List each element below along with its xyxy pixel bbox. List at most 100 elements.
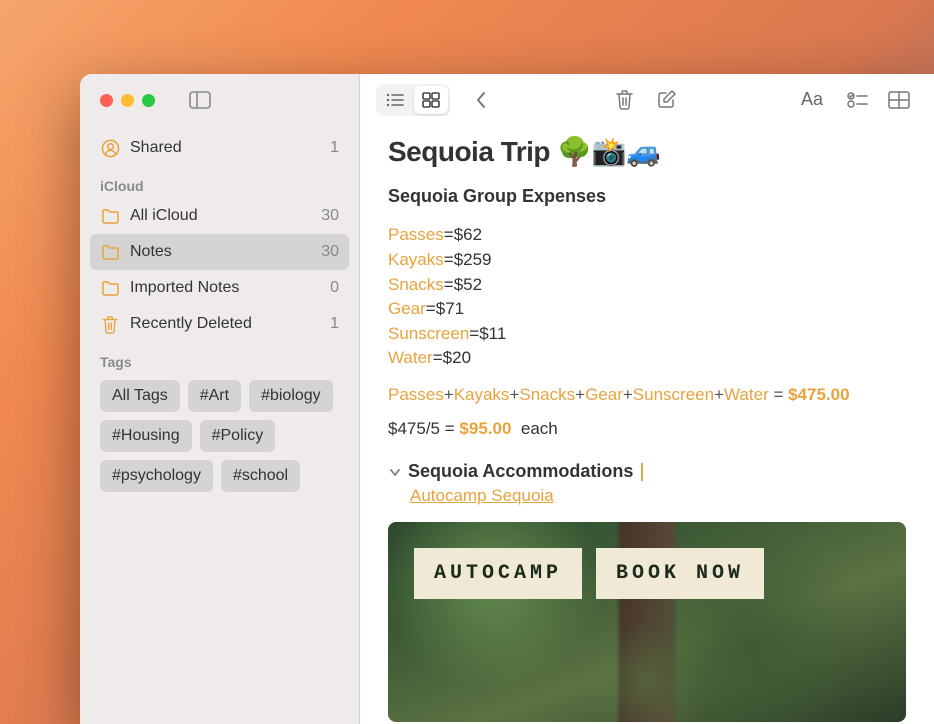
sidebar-item-label: Imported Notes	[130, 279, 239, 297]
formula-item: Water	[724, 385, 769, 404]
per-person-line: $475/5 = $95.00 each	[388, 419, 906, 439]
grid-icon	[422, 92, 440, 108]
delete-note-button[interactable]	[605, 85, 643, 115]
new-note-button[interactable]	[647, 85, 685, 115]
expense-line: Snacks=$52	[388, 273, 906, 298]
expense-line: Gear=$71	[388, 297, 906, 322]
section-header-icloud: iCloud	[90, 166, 349, 198]
each-value: $95.00	[459, 419, 511, 438]
list-view-button[interactable]	[378, 86, 412, 114]
sidebar-item-count: 30	[321, 243, 339, 261]
sidebar-folder-item[interactable]: Recently Deleted 1	[90, 306, 349, 342]
close-window-button[interactable]	[100, 94, 113, 107]
tags-container: All Tags#Art#biology #Housing#Policy #psyc…	[90, 374, 349, 498]
link-preview-image[interactable]: AUTOCAMP BOOK NOW	[388, 522, 906, 722]
app-window: Shared 1 iCloud All iCloud 30 Notes 30 Impor…	[80, 74, 934, 724]
sidebar-item-count: 1	[330, 315, 339, 333]
chevron-down-icon	[388, 465, 402, 479]
expense-name: Water	[388, 348, 433, 367]
sidebar-item-label: Shared	[130, 139, 182, 157]
gallery-view-button[interactable]	[414, 86, 448, 114]
expense-line: Kayaks=$259	[388, 248, 906, 273]
expense-value: $52	[454, 275, 482, 294]
formula-item: Gear	[585, 385, 623, 404]
folder-icon	[100, 208, 120, 224]
sidebar-item-label: Notes	[130, 243, 172, 261]
section-header-tags: Tags	[90, 342, 349, 374]
sidebar-item-label: All iCloud	[130, 207, 198, 225]
sidebar-item-shared[interactable]: Shared 1	[90, 130, 349, 166]
sidebar-content: Shared 1 iCloud All iCloud 30 Notes 30 Impor…	[80, 126, 359, 502]
formula-item: Snacks	[519, 385, 575, 404]
expense-name: Gear	[388, 299, 426, 318]
trash-icon	[615, 89, 634, 110]
sidebar: Shared 1 iCloud All iCloud 30 Notes 30 Impor…	[80, 74, 360, 724]
formula-item: Passes	[388, 385, 444, 404]
minimize-window-button[interactable]	[121, 94, 134, 107]
tag-pill[interactable]: #Housing	[100, 420, 192, 452]
expense-list: Passes=$62Kayaks=$259Snacks=$52Gear=$71 S…	[388, 223, 906, 371]
preview-logo-button: AUTOCAMP	[414, 548, 582, 599]
back-button[interactable]	[462, 85, 500, 115]
sidebar-folder-item[interactable]: Imported Notes 0	[90, 270, 349, 306]
checklist-icon	[847, 91, 868, 109]
sidebar-folder-item[interactable]: All iCloud 30	[90, 198, 349, 234]
text-cursor	[641, 463, 643, 481]
expense-value: $62	[454, 225, 482, 244]
each-prefix: $475/5	[388, 419, 440, 438]
tag-pill[interactable]: #Policy	[200, 420, 276, 452]
chevron-left-icon	[475, 91, 487, 109]
sidebar-item-count: 0	[330, 279, 339, 297]
tag-pill[interactable]: #Art	[188, 380, 241, 412]
expense-value: $259	[454, 250, 492, 269]
expense-line: Water=$20	[388, 346, 906, 371]
expense-value: $20	[443, 348, 471, 367]
window-controls	[100, 94, 155, 107]
view-mode-group	[376, 84, 450, 116]
accommodations-heading-row[interactable]: Sequoia Accommodations	[388, 461, 906, 482]
format-icon: Aa	[801, 89, 823, 110]
formula-item: Kayaks	[454, 385, 510, 404]
expense-name: Passes	[388, 225, 444, 244]
sidebar-item-label: Recently Deleted	[130, 315, 252, 333]
note-subheading: Sequoia Group Expenses	[388, 186, 906, 207]
tag-pill[interactable]: #biology	[249, 380, 333, 412]
titlebar	[80, 74, 359, 126]
folder-icon	[100, 244, 120, 260]
table-button[interactable]	[880, 85, 918, 115]
note-content[interactable]: Sequoia Trip 🌳📸🚙 Sequoia Group Expenses …	[360, 125, 934, 724]
expense-line: Passes=$62	[388, 223, 906, 248]
tag-pill[interactable]: All Tags	[100, 380, 180, 412]
trash-icon	[100, 315, 120, 334]
checklist-button[interactable]	[838, 85, 876, 115]
formula-item: Sunscreen	[633, 385, 714, 404]
preview-book-button: BOOK NOW	[596, 548, 764, 599]
folder-icon	[100, 280, 120, 296]
toggle-sidebar-button[interactable]	[189, 91, 211, 109]
list-icon	[386, 93, 404, 107]
expense-name: Snacks	[388, 275, 444, 294]
main-pane: Aa Sequoia Trip 🌳📸🚙 Sequoia Group Expens…	[360, 74, 934, 724]
sidebar-folder-item[interactable]: Notes 30	[90, 234, 349, 270]
fullscreen-window-button[interactable]	[142, 94, 155, 107]
expense-name: Sunscreen	[388, 324, 469, 343]
tag-pill[interactable]: #school	[221, 460, 300, 492]
accommodation-link[interactable]: Autocamp Sequoia	[410, 486, 554, 506]
expense-formula: Passes+Kayaks+Snacks+Gear+Sunscreen+Wate…	[388, 385, 906, 405]
preview-buttons: AUTOCAMP BOOK NOW	[414, 548, 764, 599]
each-suffix: each	[521, 419, 558, 438]
expense-name: Kayaks	[388, 250, 444, 269]
table-icon	[888, 91, 910, 109]
expense-value: $11	[479, 324, 506, 343]
compose-icon	[656, 89, 677, 110]
formula-total: $475.00	[788, 385, 849, 404]
shared-icon	[100, 139, 120, 158]
toolbar: Aa	[360, 74, 934, 125]
expense-value: $71	[436, 299, 464, 318]
each-equals: =	[445, 419, 455, 438]
sidebar-icon	[189, 91, 211, 109]
sidebar-item-count: 30	[321, 207, 339, 225]
tag-pill[interactable]: #psychology	[100, 460, 213, 492]
note-title: Sequoia Trip 🌳📸🚙	[388, 135, 906, 168]
format-button[interactable]: Aa	[790, 85, 834, 115]
